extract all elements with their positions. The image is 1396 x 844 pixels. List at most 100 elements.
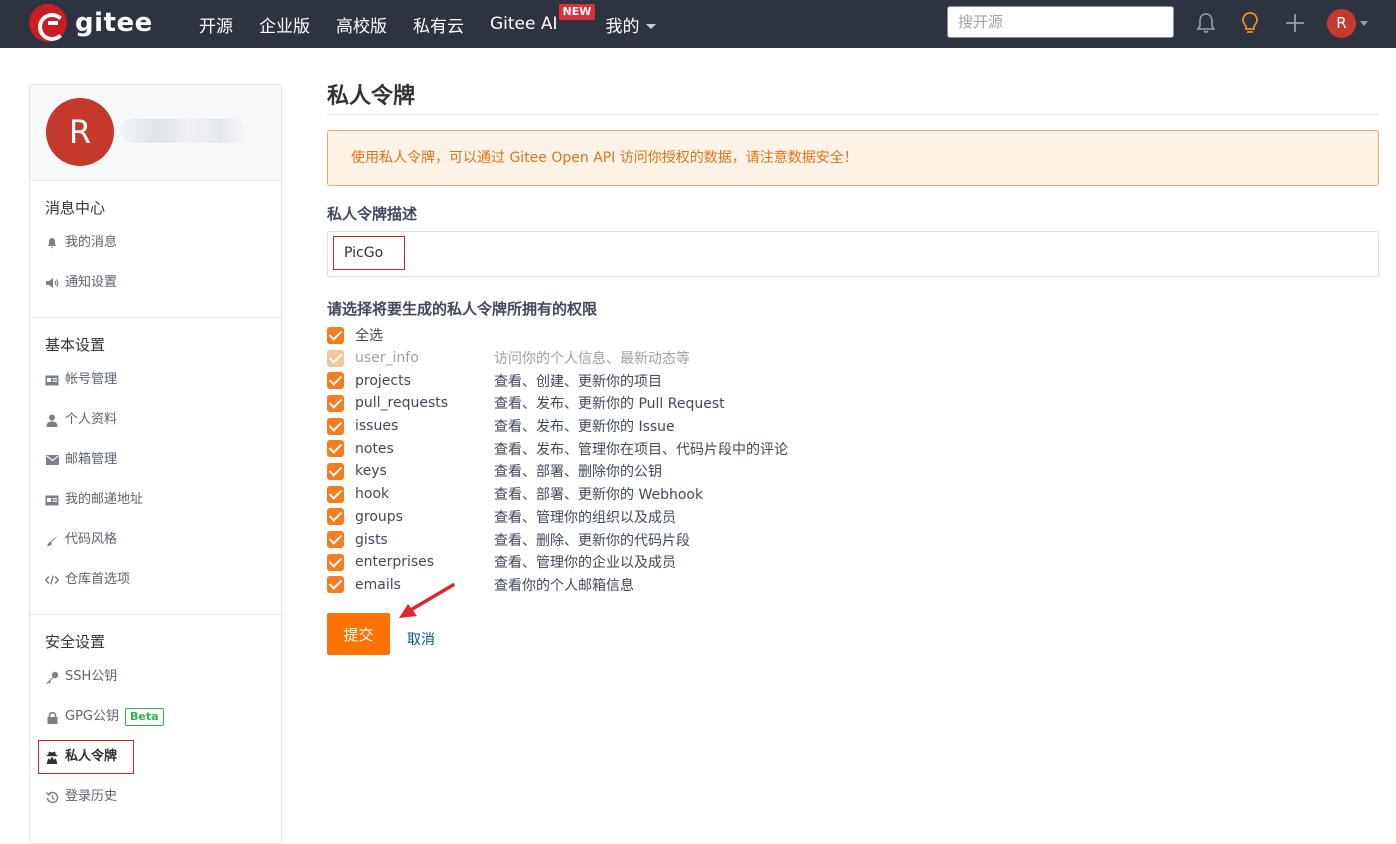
permission-checkbox[interactable] xyxy=(327,553,344,571)
cancel-link[interactable]: 取消 xyxy=(407,629,435,649)
permissions-label: 请选择将要生成的私人令牌所拥有的权限 xyxy=(327,300,598,318)
permission-name: hook xyxy=(355,486,390,503)
sidebar-item-email[interactable]: 邮箱管理 xyxy=(30,440,281,480)
beta-badge: Beta xyxy=(125,708,164,726)
envelope-icon xyxy=(45,453,59,467)
permission-checkbox[interactable] xyxy=(327,462,344,480)
permission-description: 查看、管理你的组织以及成员 xyxy=(494,509,676,526)
permission-description: 查看、创建、更新你的项目 xyxy=(494,373,662,390)
lightbulb-icon[interactable] xyxy=(1237,10,1263,36)
lock-icon xyxy=(45,710,59,724)
sidebar-item-label: 我的消息 xyxy=(65,235,118,250)
sidebar-item-label: 仓库首选项 xyxy=(65,572,131,587)
volume-icon xyxy=(45,276,59,290)
history-icon xyxy=(45,790,59,804)
permission-name: notes xyxy=(355,440,394,457)
profile-card: R xyxy=(30,85,281,181)
sidebar-item-notification-settings[interactable]: 通知设置 xyxy=(30,263,281,303)
sidebar-item-my-messages[interactable]: 我的消息 xyxy=(30,223,281,263)
obscured-username xyxy=(120,119,246,143)
nav-item-gitee-ai[interactable]: Gitee AI NEW xyxy=(490,4,596,34)
search-input[interactable] xyxy=(947,6,1174,38)
select-all-checkbox[interactable] xyxy=(327,326,344,344)
nav-item-gitee-ai-label: Gitee AI xyxy=(490,14,558,34)
permission-checkbox[interactable] xyxy=(327,531,344,549)
sidebar-item-account[interactable]: 帐号管理 xyxy=(30,360,281,400)
user-icon xyxy=(45,413,59,427)
permission-description: 查看、删除、更新你的代码片段 xyxy=(494,532,690,549)
avatar[interactable]: R xyxy=(46,98,114,166)
permission-checkbox[interactable] xyxy=(327,440,344,458)
sidebar-item-profile[interactable]: 个人资料 xyxy=(30,400,281,440)
permission-name: groups xyxy=(355,508,403,525)
nav-item-mine-dropdown[interactable]: 我的 xyxy=(606,12,656,37)
permission-description: 查看、管理你的企业以及成员 xyxy=(494,555,676,572)
plus-icon[interactable] xyxy=(1282,10,1308,36)
permission-checkbox[interactable] xyxy=(327,417,344,435)
sidebar-item-gpg-keys[interactable]: GPG公钥 Beta xyxy=(30,697,281,737)
permission-checkbox[interactable] xyxy=(327,508,344,526)
new-badge: NEW xyxy=(558,4,596,20)
sidebar-item-ssh-keys[interactable]: SSH公钥 xyxy=(30,657,281,697)
permission-description: 查看、发布、更新你的 Pull Request xyxy=(494,396,725,413)
permission-row: hook 查看、部署、更新你的 Webhook xyxy=(327,483,1379,506)
top-navbar: gitee 开源 企业版 高校版 私有云 Gitee AI NEW 我的 R xyxy=(0,0,1396,48)
sidebar-item-repo-preferences[interactable]: 仓库首选项 xyxy=(30,560,281,600)
main-content: 私人令牌 使用私人令牌，可以通过 Gitee Open API 访问你授权的数据… xyxy=(327,80,1379,656)
permission-checkbox xyxy=(327,349,344,367)
sidebar-item-mailing-address[interactable]: 我的邮递地址 xyxy=(30,480,281,520)
sidebar-item-code-style[interactable]: 代码风格 xyxy=(30,520,281,560)
permission-checkbox[interactable] xyxy=(327,485,344,503)
bell-icon xyxy=(45,236,59,250)
permission-checkbox[interactable] xyxy=(327,576,344,594)
section-title: 安全设置 xyxy=(45,633,106,651)
permission-row: groups 查看、管理你的组织以及成员 xyxy=(327,506,1379,529)
bell-icon[interactable] xyxy=(1193,10,1219,36)
brand-name: gitee xyxy=(75,8,153,38)
permission-checkbox[interactable] xyxy=(327,372,344,390)
permission-description: 查看你的个人邮箱信息 xyxy=(494,577,634,594)
nav-item-enterprise[interactable]: 企业版 xyxy=(259,12,310,37)
address-card-icon xyxy=(45,493,59,507)
section-basic-settings: 基本设置 帐号管理 个人资料 邮箱管理 我的邮递地址 代码风格 仓库首选项 xyxy=(30,318,281,615)
permission-row: projects 查看、创建、更新你的项目 xyxy=(327,369,1379,392)
permission-name: projects xyxy=(355,372,411,389)
permission-row: gists 查看、删除、更新你的代码片段 xyxy=(327,528,1379,551)
permission-description: 查看、发布、更新你的 Issue xyxy=(494,419,675,436)
permission-checkbox[interactable] xyxy=(327,394,344,412)
permission-description: 访问你的个人信息、最新动态等 xyxy=(494,351,690,368)
sidebar-item-label: 代码风格 xyxy=(65,532,118,547)
permissions-list: 全选 user_info 访问你的个人信息、最新动态等 projects 查看、创建、更… xyxy=(327,324,1379,596)
permission-name: enterprises xyxy=(355,554,435,571)
brush-icon xyxy=(45,533,59,547)
permission-name: gists xyxy=(355,531,388,548)
sidebar-item-private-tokens[interactable]: 私人令牌 xyxy=(30,737,281,777)
section-security-settings: 安全设置 SSH公钥 GPG公钥 Beta 私人令牌 登录历史 xyxy=(30,615,281,831)
nav-item-open-source[interactable]: 开源 xyxy=(199,12,233,37)
sidebar-item-label: 登录历史 xyxy=(65,789,118,804)
section-title: 基本设置 xyxy=(45,336,106,354)
nav-item-education[interactable]: 高校版 xyxy=(336,12,387,37)
permission-name: pull_requests xyxy=(355,395,449,412)
permission-name: issues xyxy=(355,418,399,435)
permission-row: user_info 访问你的个人信息、最新动态等 xyxy=(327,347,1379,370)
gitee-logo-icon xyxy=(29,4,67,42)
gitee-logo[interactable]: gitee xyxy=(29,4,153,42)
permission-row: pull_requests 查看、发布、更新你的 Pull Request xyxy=(327,392,1379,415)
red-arrow-annotation xyxy=(399,583,455,619)
user-avatar-menu[interactable]: R xyxy=(1327,9,1356,38)
submit-button[interactable]: 提交 xyxy=(327,613,390,656)
permission-row: keys 查看、部署、删除你的公钥 xyxy=(327,460,1379,483)
main-nav: 开源 企业版 高校版 私有云 Gitee AI NEW 我的 xyxy=(199,0,682,48)
sidebar-item-label: GPG公钥 xyxy=(65,709,119,724)
highlight-box xyxy=(38,740,134,774)
chevron-down-icon[interactable] xyxy=(1360,21,1368,26)
page-title: 私人令牌 xyxy=(327,84,416,109)
sidebar-item-label: 邮箱管理 xyxy=(65,452,118,467)
permission-description: 查看、部署、删除你的公钥 xyxy=(494,464,662,481)
token-description-input[interactable] xyxy=(333,236,405,270)
id-card-icon xyxy=(45,373,59,387)
nav-item-private-cloud[interactable]: 私有云 xyxy=(413,12,464,37)
sidebar-item-label: 帐号管理 xyxy=(65,372,118,387)
sidebar-item-login-history[interactable]: 登录历史 xyxy=(30,777,281,817)
